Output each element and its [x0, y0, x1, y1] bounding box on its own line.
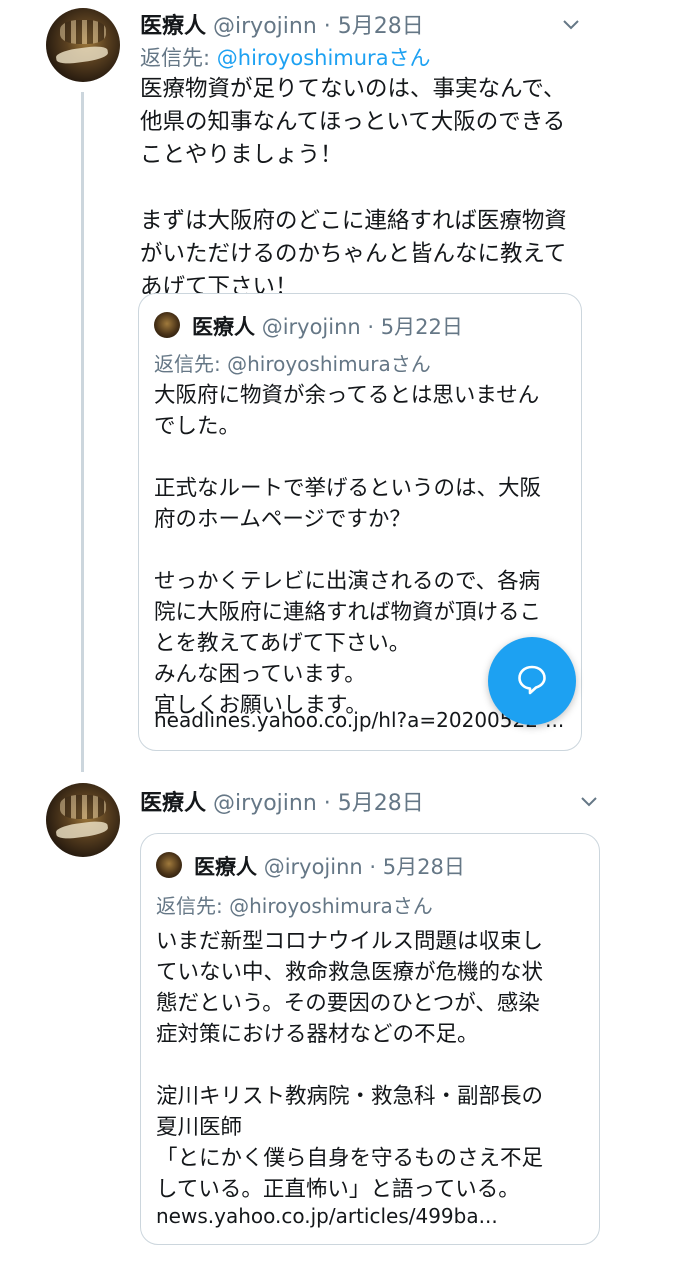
quote-date: · 5月28日: [369, 855, 465, 879]
reply-prefix: 返信先:: [140, 46, 217, 70]
quote-reply-to: 返信先: @hiroyoshimuraさん: [156, 894, 433, 918]
quote-author-handle: @iryojinn: [263, 855, 363, 879]
tweet-date[interactable]: · 5月28日: [324, 791, 424, 816]
chevron-down-icon[interactable]: [580, 789, 598, 813]
quoted-tweet[interactable]: 医療人 @iryojinn · 5月28日 返信先: @hiroyoshimur…: [140, 833, 600, 1245]
author-handle[interactable]: @iryojinn: [213, 14, 317, 39]
author-name[interactable]: 医療人: [140, 791, 206, 816]
quote-date: · 5月22日: [367, 315, 463, 339]
reply-mention-link[interactable]: @hiroyoshimuraさん: [217, 46, 431, 70]
author-handle[interactable]: @iryojinn: [213, 791, 317, 816]
quote-reply-to: 返信先: @hiroyoshimuraさん: [154, 352, 431, 376]
avatar[interactable]: [46, 783, 120, 857]
tweet-header: 医療人 @iryojinn · 5月28日: [140, 8, 424, 40]
compose-reply-icon: [515, 662, 549, 700]
tweet-header: 医療人 @iryojinn · 5月28日: [140, 785, 424, 817]
compose-reply-button[interactable]: [488, 637, 576, 725]
tweet-text: 医療物資が足りてないのは、事実なんで、 他県の知事なんてほっといて大阪のできる …: [140, 76, 567, 300]
quote-author-name: 医療人: [192, 315, 255, 339]
quote-avatar: [154, 312, 180, 338]
thread-connector-line: [81, 92, 84, 772]
avatar[interactable]: [46, 8, 120, 82]
quote-author-name: 医療人: [194, 855, 257, 879]
author-name[interactable]: 医療人: [140, 14, 206, 39]
reply-to-line: 返信先: @hiroyoshimuraさん: [140, 42, 431, 72]
tweet-date[interactable]: · 5月28日: [324, 14, 424, 39]
quote-link[interactable]: news.yahoo.co.jp/articles/499ba...: [156, 1204, 576, 1228]
quote-header: 医療人 @iryojinn · 5月22日: [192, 311, 463, 341]
quote-author-handle: @iryojinn: [261, 315, 361, 339]
quote-avatar: [156, 852, 182, 878]
quote-header: 医療人 @iryojinn · 5月28日: [194, 851, 465, 881]
chevron-down-icon[interactable]: [562, 12, 580, 36]
quote-text: いまだ新型コロナウイルス問題は収束し ていない中、救命救急医療が危機的な状 態だ…: [156, 929, 544, 1202]
